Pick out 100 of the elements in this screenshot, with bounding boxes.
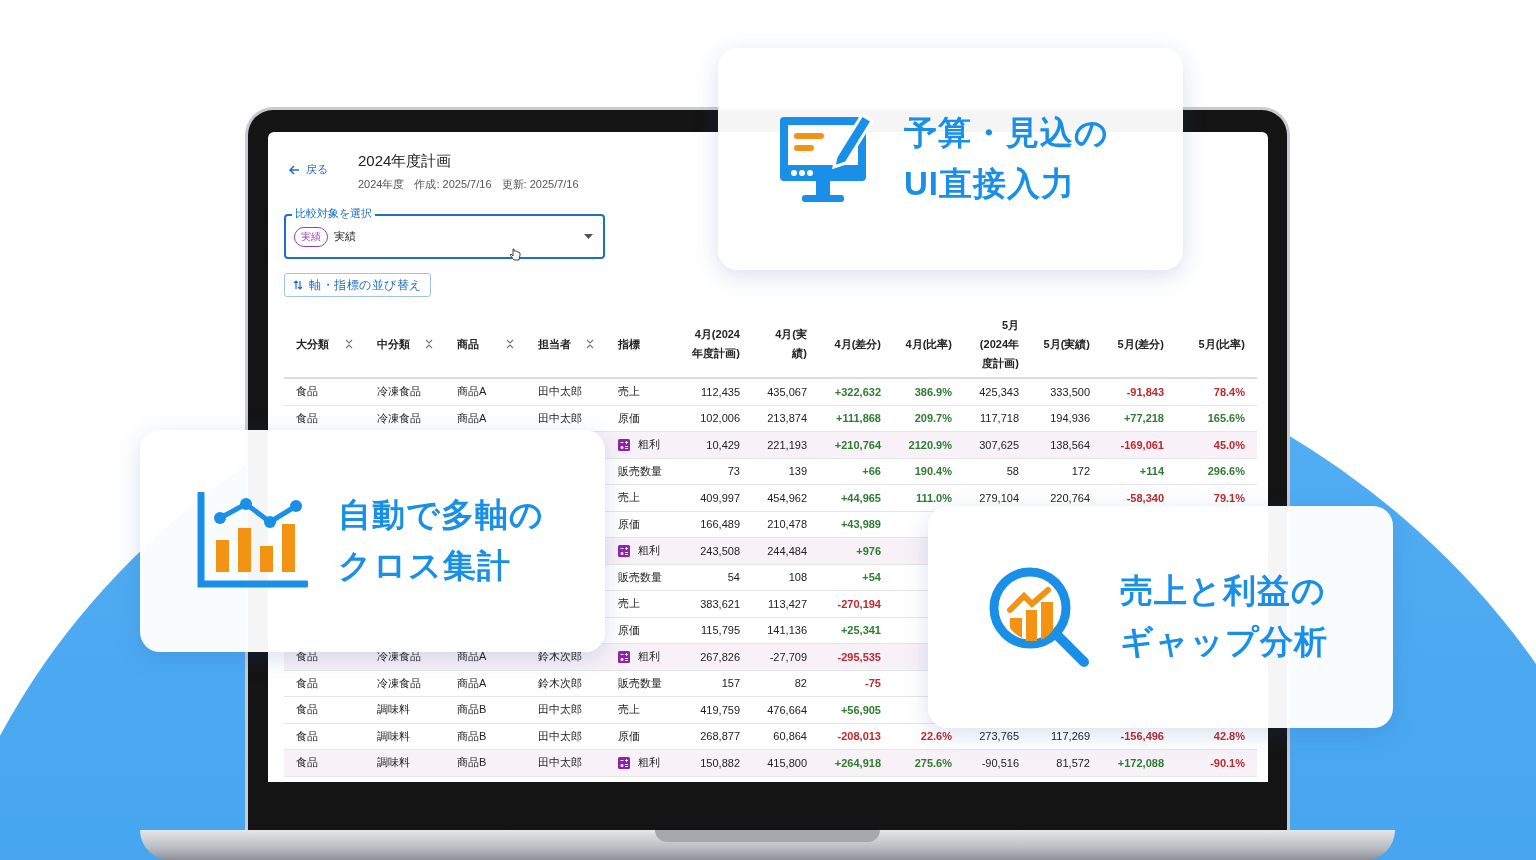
table-cell: 原価 [606, 405, 680, 432]
table-cell: +25,341 [819, 617, 893, 644]
table-cell: 田中太郎 [526, 696, 606, 723]
feature-title: 予算・見込の [904, 113, 1109, 153]
feature-title: 自動で多軸の [338, 495, 544, 535]
sort-icon [293, 280, 303, 290]
table-cell: +77,218 [1102, 405, 1176, 432]
table-cell: 冷凍食品 [365, 670, 445, 697]
back-arrow-icon [289, 164, 300, 175]
table-cell: 150,882 [680, 749, 752, 776]
compare-select[interactable]: 比較対象を選択 実績 実績 [284, 206, 605, 259]
table-cell: 425,343 [964, 378, 1031, 405]
page-title: 2024年度計画 [358, 152, 453, 171]
table-cell: 商品A [445, 378, 526, 405]
table-cell: 296.6% [1176, 458, 1257, 485]
feature-title: ギャップ分析 [1120, 622, 1328, 662]
table-cell: +43,989 [819, 511, 893, 538]
sort-icon[interactable] [425, 338, 433, 350]
sort-icon[interactable] [345, 338, 353, 350]
table-cell: 165.6% [1176, 405, 1257, 432]
sort-icon[interactable] [506, 338, 514, 350]
table-cell: 476,664 [752, 696, 819, 723]
table-cell: 415,800 [752, 749, 819, 776]
table-cell: 157 [680, 670, 752, 697]
table-cell: 販売数量 [606, 564, 680, 591]
table-cell: 275.6% [893, 749, 964, 776]
table-cell: 10,429 [680, 431, 752, 458]
reorder-button[interactable]: 軸・指標の並び替え [284, 273, 431, 297]
column-header: 4月(実績) [774, 327, 807, 361]
table-cell: 粗利 [638, 437, 660, 453]
sort-icon[interactable] [586, 338, 594, 350]
feature-title: クロス集計 [338, 546, 512, 586]
table-cell: 82 [752, 670, 819, 697]
table-cell: 売上 [606, 696, 680, 723]
table-cell: 268,877 [680, 723, 752, 750]
table-cell: 販売数量 [606, 458, 680, 485]
column-header: 中分類 [377, 336, 410, 352]
table-cell: 115,795 [680, 617, 752, 644]
table-cell: 141,136 [752, 617, 819, 644]
table-cell: 81,572 [1031, 749, 1102, 776]
hand-cursor-icon [509, 248, 521, 262]
table-cell: 原価 [606, 617, 680, 644]
table-cell: 調味料 [365, 723, 445, 750]
table-cell: 田中太郎 [526, 378, 606, 405]
table-cell: 2120.9% [893, 431, 964, 458]
table-cell: -169,061 [1102, 431, 1176, 458]
table-cell: 60,864 [752, 723, 819, 750]
table-cell: 商品A [445, 670, 526, 697]
calculator-icon [618, 438, 630, 451]
table-cell: +322,632 [819, 378, 893, 405]
table-cell: 54 [680, 564, 752, 591]
table-cell: 213,874 [752, 405, 819, 432]
table-cell: +56,905 [819, 696, 893, 723]
table-cell: +66 [819, 458, 893, 485]
table-cell: 102,006 [680, 405, 752, 432]
table-cell: 田中太郎 [526, 749, 606, 776]
bar-chart-icon [196, 492, 308, 590]
calculator-icon [618, 650, 630, 663]
magnifier-chart-icon [988, 566, 1090, 668]
table-cell: 食品 [284, 378, 365, 405]
back-link[interactable]: 戻る [289, 162, 358, 177]
table-cell: 113,427 [752, 590, 819, 617]
table-cell: 食品 [284, 670, 365, 697]
table-cell: 粗利 [638, 543, 660, 559]
table-cell: +44,965 [819, 484, 893, 511]
caret-icon [584, 234, 593, 239]
column-header: 大分類 [296, 336, 329, 352]
column-header: 指標 [618, 336, 640, 352]
table-cell: 売上 [606, 590, 680, 617]
table-cell: 386.9% [893, 378, 964, 405]
table-cell: -90,516 [964, 749, 1031, 776]
feature-title: UI直接入力 [904, 164, 1076, 204]
table-cell: -270,194 [819, 590, 893, 617]
table-cell: 売上 [606, 378, 680, 405]
table-cell: -295,535 [819, 643, 893, 670]
table-cell: 78.4% [1176, 378, 1257, 405]
table-cell: 409,997 [680, 484, 752, 511]
column-header: 商品 [457, 336, 479, 352]
column-header: 4月(差分) [834, 336, 881, 352]
table-cell: +210,764 [819, 431, 893, 458]
table-cell: 食品 [284, 696, 365, 723]
table-cell: 139 [752, 458, 819, 485]
table-cell: -75 [819, 670, 893, 697]
table-cell: +111,868 [819, 405, 893, 432]
table-cell: 108 [752, 564, 819, 591]
table-cell: 粗利 [638, 755, 660, 771]
back-label[interactable]: 戻る [306, 162, 328, 177]
table-cell: 食品 [284, 723, 365, 750]
table-cell: 333,500 [1031, 378, 1102, 405]
table-cell: 調味料 [365, 696, 445, 723]
table-cell: 販売数量 [606, 670, 680, 697]
table-cell: +54 [819, 564, 893, 591]
table-cell: +172,088 [1102, 749, 1176, 776]
table-cell: 244,484 [752, 537, 819, 564]
table-cell: 435,067 [752, 378, 819, 405]
table-cell: 166,489 [680, 511, 752, 538]
column-header: 担当者 [538, 336, 571, 352]
table-cell: 原価 [606, 723, 680, 750]
table-cell: +976 [819, 537, 893, 564]
table-cell: 112,435 [680, 378, 752, 405]
